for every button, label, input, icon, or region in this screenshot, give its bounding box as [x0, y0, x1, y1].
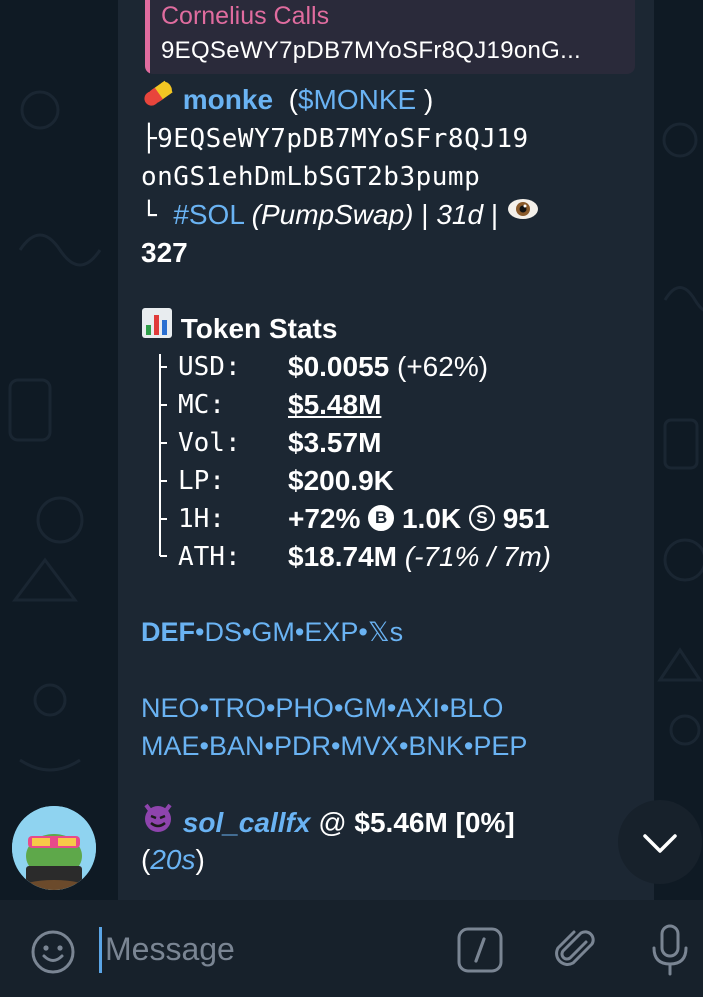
address-part-2: onGS1ehDmLbSGT2b3pump — [141, 162, 481, 192]
stat-label-1h: 1H: — [178, 504, 225, 534]
reply-accent-bar — [145, 0, 150, 74]
links-row-1: DEF•DS•GM•EXP•𝕏s — [141, 617, 404, 647]
reply-quote[interactable]: Cornelius Calls 9EQSeWY7pDB7MYoSFr8QJ19o… — [145, 0, 635, 74]
hour-change: +72% — [288, 503, 361, 534]
caller-time-link[interactable]: 20s — [150, 844, 195, 875]
ticker-open: ( — [288, 84, 298, 115]
usd-price: $0.0055 — [288, 351, 390, 382]
separator: | — [413, 199, 437, 230]
scroll-down-button[interactable] — [618, 800, 702, 884]
pill-icon — [141, 79, 175, 118]
chain-hashtag[interactable]: #SOL — [173, 199, 244, 230]
stat-1h: +72% B 1.0K S 951 — [288, 501, 549, 537]
reply-author: Cornelius Calls — [161, 2, 330, 30]
token-age: 31d — [436, 199, 484, 230]
caller-name-link[interactable]: sol_callfx — [183, 807, 311, 838]
link-def[interactable]: DEF — [141, 617, 195, 647]
frog-avatar-image — [12, 806, 96, 890]
separator: | — [483, 199, 506, 230]
stat-label-ath: ATH: — [178, 542, 241, 572]
link-blo[interactable]: BLO — [449, 693, 503, 723]
time-open: ( — [141, 844, 151, 875]
stat-ath: $18.74M (-71% / 7m) — [288, 539, 551, 575]
token-stats-heading: Token Stats — [141, 307, 338, 351]
tree-corner: └ — [141, 201, 174, 231]
text-cursor — [99, 927, 102, 973]
link-bnk[interactable]: BNK — [408, 731, 464, 761]
liquidity-value: $200.9K — [288, 465, 394, 496]
ticker-close: ) — [416, 84, 434, 115]
stat-label-mc: MC: — [178, 390, 225, 420]
volume-value: $3.57M — [288, 427, 382, 458]
link-pdr[interactable]: PDR — [274, 731, 331, 761]
link-mae[interactable]: MAE — [141, 731, 200, 761]
address-line-1[interactable]: ├9EQSeWY7pDB7MYoSFr8QJ19 — [141, 121, 529, 157]
link-pep[interactable]: PEP — [473, 731, 527, 761]
bar-chart-icon — [141, 307, 173, 348]
caller-at: @ — [310, 806, 355, 838]
view-count: 327 — [141, 237, 188, 268]
link-gm[interactable]: GM — [251, 617, 295, 647]
reply-text: 9EQSeWY7pDB7MYoSFr8QJ19onG... — [161, 37, 582, 64]
address-line-2[interactable]: onGS1ehDmLbSGT2b3pump — [141, 159, 480, 195]
market-cap-link[interactable]: $5.48M — [288, 389, 381, 420]
chevron-down-icon — [643, 834, 677, 853]
link-neo[interactable]: NEO — [141, 693, 200, 723]
stats-tree-lines — [159, 354, 167, 557]
link-ds[interactable]: DS — [204, 617, 242, 647]
devil-icon — [141, 801, 175, 842]
stat-label-lp: LP: — [178, 466, 225, 496]
links-row-2: NEO•TRO•PHO•GM•AXI•BLO — [141, 693, 504, 723]
ath-change: (-71% / 7m) — [404, 541, 551, 572]
stat-label-usd: USD: — [178, 352, 241, 382]
dex-name: (PumpSwap) — [251, 199, 414, 230]
stat-mc: $5.48M — [288, 387, 381, 423]
sells-badge-icon: S — [468, 504, 495, 531]
buys-badge-icon: B — [368, 504, 395, 531]
caller-line: sol_callfx @ $5.46M [0%] — [141, 801, 515, 845]
link-gm2[interactable]: GM — [343, 693, 387, 723]
caller-mc: $5.46M [0%] — [354, 806, 515, 838]
token-name-link[interactable]: monke — [183, 84, 273, 115]
ticker-link[interactable]: $MONKE — [298, 84, 416, 115]
link-xs[interactable]: 𝕏s — [368, 617, 403, 647]
link-ban[interactable]: BAN — [209, 731, 265, 761]
link-exp[interactable]: EXP — [304, 617, 358, 647]
tree-branch: ├ — [141, 124, 158, 154]
address-part-1: 9EQSeWY7pDB7MYoSFr8QJ19 — [157, 124, 529, 154]
message-input[interactable] — [105, 926, 435, 972]
avatar[interactable] — [12, 806, 96, 890]
eye-icon — [506, 195, 540, 232]
slash-command-icon[interactable] — [455, 925, 505, 975]
stat-vol: $3.57M — [288, 425, 381, 461]
stats-heading-text: Token Stats — [180, 312, 338, 344]
link-axi[interactable]: AXI — [396, 693, 440, 723]
chain-info-line: └ #SOL (PumpSwap) | 31d | — [141, 197, 540, 235]
smiley-icon[interactable] — [28, 927, 78, 977]
link-tro[interactable]: TRO — [209, 693, 266, 723]
sells-count: 951 — [502, 503, 550, 534]
link-mvx[interactable]: MVX — [340, 731, 399, 761]
paperclip-icon[interactable] — [550, 924, 602, 976]
links-row-3: MAE•BAN•PDR•MVX•BNK•PEP — [141, 731, 528, 761]
caller-time-line: (20s) — [141, 842, 205, 878]
stat-lp: $200.9K — [288, 463, 394, 499]
usd-change: (+62%) — [389, 351, 489, 382]
time-close: ) — [195, 844, 205, 875]
link-pho[interactable]: PHO — [275, 693, 334, 723]
stat-usd: $0.0055 (+62%) — [288, 349, 488, 385]
token-title-line: monke ($MONKE ) — [141, 79, 434, 121]
stat-label-vol: Vol: — [178, 428, 241, 458]
buys-count: 1.0K — [401, 503, 462, 534]
microphone-icon[interactable] — [648, 922, 692, 978]
ath-value: $18.74M — [288, 541, 397, 572]
